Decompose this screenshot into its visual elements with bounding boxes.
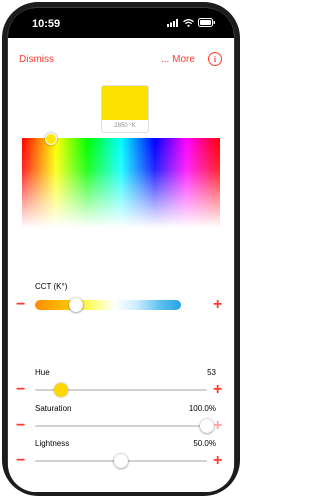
lightness-value: 50.0%: [193, 439, 216, 448]
saturation-label: Saturation: [35, 404, 72, 413]
dismiss-button[interactable]: Dismiss: [19, 54, 54, 65]
cct-slider-knob[interactable]: [68, 298, 83, 312]
color-picker-sheet: Dismiss ... More i 2850 °K CCT (K°) − + …: [8, 40, 234, 492]
status-bar: 10:59: [8, 8, 234, 38]
cct-minus-button[interactable]: −: [16, 297, 25, 313]
color-swatch: 2850 °K: [101, 85, 149, 133]
hue-label: Hue: [35, 368, 50, 377]
swatch-color: [102, 86, 148, 120]
signal-icon: [167, 18, 178, 27]
hue-minus-button[interactable]: −: [16, 382, 25, 398]
screen: 10:59 Dismiss ... More i 2850 °K CCT (K°…: [8, 8, 234, 492]
hue-slider-knob[interactable]: [53, 383, 68, 397]
hue-plus-button[interactable]: +: [213, 382, 222, 398]
lightness-slider-knob[interactable]: [114, 454, 128, 468]
notch: [86, 8, 158, 29]
spectrum-knob[interactable]: [45, 133, 57, 145]
saturation-value: 100.0%: [188, 404, 216, 413]
cct-plus-button[interactable]: +: [213, 297, 222, 313]
info-icon[interactable]: i: [208, 52, 222, 66]
battery-icon: [198, 18, 215, 27]
cct-slider-track[interactable]: [35, 300, 181, 310]
status-time: 10:59: [32, 18, 61, 30]
cct-label: CCT (K°): [35, 282, 68, 291]
saturation-slider-knob[interactable]: [200, 419, 214, 433]
status-icons: [167, 18, 216, 27]
more-button[interactable]: ... More: [161, 54, 195, 65]
info-icon-glyph: i: [213, 54, 217, 64]
lightness-plus-button[interactable]: +: [213, 453, 222, 469]
lightness-label: Lightness: [35, 439, 70, 448]
saturation-slider-track[interactable]: [35, 425, 207, 427]
swatch-label: 2850 °K: [102, 120, 148, 132]
saturation-minus-button[interactable]: −: [16, 418, 25, 434]
lightness-minus-button[interactable]: −: [16, 453, 25, 469]
hue-value: 53: [207, 368, 216, 377]
wifi-icon: [183, 18, 194, 27]
color-spectrum[interactable]: [22, 138, 220, 228]
saturation-plus-button[interactable]: +: [213, 418, 222, 434]
